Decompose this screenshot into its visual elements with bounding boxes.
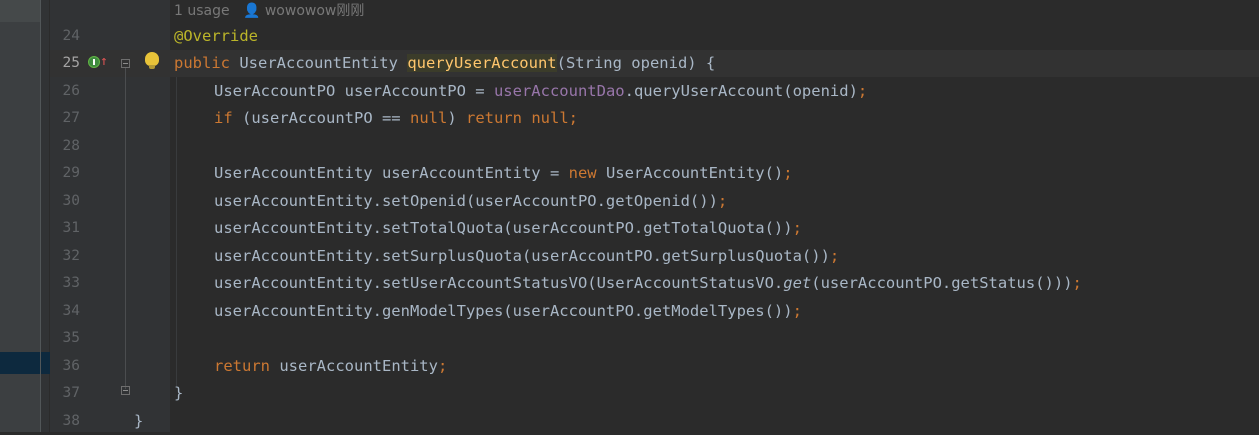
- semicolon: ;: [568, 109, 578, 127]
- semicolon: ;: [829, 247, 840, 265]
- line-number: 36: [62, 358, 80, 374]
- semicolon: ;: [1072, 274, 1082, 292]
- author-name[interactable]: wowowow刚刚: [265, 3, 365, 19]
- code-line[interactable]: 26 UserAccountPO userAccountPO = userAcc…: [0, 78, 1259, 105]
- line-number: 29: [62, 165, 80, 181]
- code-line[interactable]: 33 userAccountEntity.setUserAccountStatu…: [0, 270, 1259, 297]
- line-number: 24: [62, 28, 80, 44]
- code-line[interactable]: 28: [0, 133, 1259, 160]
- method-declaration: queryUserAccount: [407, 54, 557, 72]
- line-number: 27: [62, 110, 80, 126]
- code-line[interactable]: 34 userAccountEntity.genModelTypes(userA…: [0, 298, 1259, 325]
- semicolon: ;: [717, 192, 728, 210]
- code-line[interactable]: 27 if (userAccountPO == null) return nul…: [0, 105, 1259, 132]
- keyword: null: [531, 109, 569, 127]
- code-vision-hint[interactable]: 1 usage 👤 wowowow刚刚: [174, 0, 364, 22]
- code-line[interactable]: 36 return userAccountEntity;: [0, 353, 1259, 380]
- semicolon: ;: [783, 164, 793, 182]
- line-number: 33: [62, 275, 80, 291]
- semicolon: ;: [792, 302, 802, 320]
- line-number: 31: [62, 220, 80, 236]
- line-number: 35: [62, 330, 80, 346]
- code-text: userAccountEntity.setOpenid(userAccountP…: [214, 192, 718, 210]
- code-line[interactable]: 35: [0, 325, 1259, 352]
- code-line[interactable]: 24 @Override: [0, 23, 1259, 50]
- line-number: 25: [62, 55, 80, 71]
- parameters: (String openid) {: [556, 54, 716, 72]
- code-text: userAccountEntity.setTotalQuota(userAcco…: [214, 219, 793, 237]
- code-text: UserAccountPO userAccountPO =: [214, 82, 494, 100]
- code-text: userAccountEntity.setUserAccountStatusVO…: [214, 274, 784, 292]
- code-text: UserAccountEntity userAccountEntity =: [214, 164, 569, 182]
- code-line[interactable]: 30 userAccountEntity.setOpenid(userAccou…: [0, 188, 1259, 215]
- closing-brace: }: [134, 412, 144, 430]
- code-line[interactable]: 32 userAccountEntity.setSurplusQuota(use…: [0, 243, 1259, 270]
- code-text: .queryUserAccount(openid): [624, 82, 858, 100]
- type-name: UserAccountEntity: [230, 54, 408, 72]
- usage-count[interactable]: 1 usage: [174, 3, 230, 19]
- code-text: userAccountEntity.setSurplusQuota(userAc…: [214, 247, 830, 265]
- semicolon: ;: [437, 357, 448, 375]
- code-line[interactable]: 29 UserAccountEntity userAccountEntity =…: [0, 160, 1259, 187]
- person-icon: 👤: [242, 3, 261, 19]
- keyword: if: [214, 109, 233, 127]
- keyword: null: [409, 109, 448, 127]
- static-method-call: get: [783, 274, 812, 292]
- line-number: 28: [62, 138, 80, 154]
- code-text: (userAccountPO.getStatus())): [811, 274, 1073, 292]
- code-line-current[interactable]: 25 public UserAccountEntity queryUserAcc…: [0, 50, 1259, 77]
- keyword: return: [465, 109, 522, 127]
- line-number: 34: [62, 303, 80, 319]
- keyword: public: [174, 54, 230, 72]
- annotation: @Override: [174, 27, 258, 45]
- line-number: 30: [62, 193, 80, 209]
- code-line[interactable]: 38 }: [0, 408, 1259, 435]
- keyword: return: [214, 357, 270, 375]
- code-text: userAccountEntity: [270, 357, 438, 375]
- code-text: ): [447, 109, 466, 127]
- line-number: 26: [62, 83, 80, 99]
- code-text: UserAccountEntity(): [596, 164, 784, 182]
- code-text: userAccountEntity.genModelTypes(userAcco…: [214, 302, 793, 320]
- semicolon: ;: [792, 219, 802, 237]
- semicolon: ;: [857, 82, 868, 100]
- code-line[interactable]: 37 }: [0, 380, 1259, 407]
- code-text: (userAccountPO ==: [232, 109, 410, 127]
- code-line[interactable]: 31 userAccountEntity.setTotalQuota(userA…: [0, 215, 1259, 242]
- line-number: 37: [62, 385, 80, 401]
- keyword: new: [568, 164, 597, 182]
- line-number: 38: [62, 413, 80, 429]
- line-number: 32: [62, 248, 80, 264]
- project-panel-top: [0, 0, 40, 22]
- closing-brace: }: [174, 384, 184, 402]
- field-reference: userAccountDao: [493, 82, 625, 100]
